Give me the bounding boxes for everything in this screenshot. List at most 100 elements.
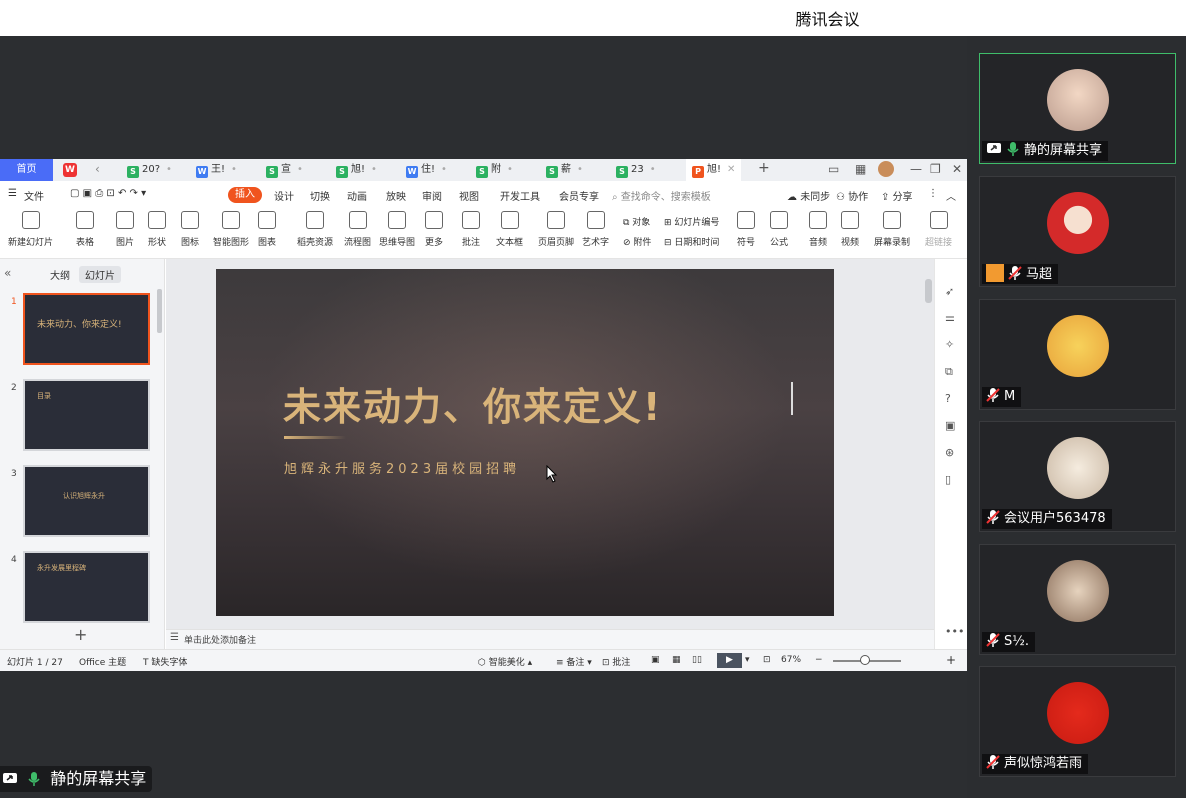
share-button[interactable]: ⇪ 分享 — [881, 188, 913, 203]
doc-tab[interactable]: P 旭! ✕ — [686, 159, 742, 181]
tab-close-icon[interactable]: • — [441, 164, 447, 175]
thumbnail-scrollbar[interactable] — [157, 289, 162, 333]
user-avatar[interactable] — [878, 161, 894, 177]
ribbon-button[interactable]: 音频 — [809, 211, 827, 248]
canvas-scroll-thumb[interactable] — [925, 279, 932, 303]
photo-icon[interactable]: ▣ — [945, 419, 955, 432]
zoom-out-icon[interactable]: − — [815, 655, 823, 665]
reading-view-icon[interactable]: ▯▯ — [692, 655, 702, 665]
menu-item[interactable]: 会员专享 — [559, 188, 599, 203]
ribbon-button[interactable]: 图表 — [258, 211, 276, 248]
ribbon-button[interactable]: 稻壳资源 — [297, 211, 333, 248]
doc-tab[interactable]: S 薪 • — [546, 159, 583, 181]
menu-icon[interactable]: ☰ — [8, 188, 17, 199]
ribbon-button[interactable]: 艺术字 — [582, 211, 609, 248]
zoom-slider-knob[interactable] — [860, 655, 870, 665]
help-icon[interactable]: ? — [945, 392, 951, 405]
pin-icon[interactable]: ✧ — [945, 338, 954, 351]
menu-item[interactable]: 视图 — [459, 188, 479, 203]
tab-close-icon[interactable]: • — [166, 164, 172, 175]
tab-slides[interactable]: 幻灯片 — [79, 266, 121, 283]
more-options-icon[interactable]: ••• — [945, 625, 964, 638]
slide-number-button[interactable]: ⊞ 幻灯片编号 — [664, 215, 719, 228]
slide-thumbnail[interactable]: 永升发展里程碑 — [23, 551, 150, 623]
tab-outline[interactable]: 大纲 — [50, 267, 70, 282]
collapse-panel-icon[interactable]: « — [4, 266, 11, 280]
missing-font-button[interactable]: T 缺失字体 — [143, 655, 187, 668]
menu-file[interactable]: 文件 — [24, 188, 44, 203]
menu-item[interactable]: 审阅 — [422, 188, 442, 203]
ribbon-button[interactable]: 更多 — [425, 211, 443, 248]
participant-card[interactable]: S½. — [979, 544, 1176, 655]
comments-toggle[interactable]: ⊡ 批注 — [602, 655, 630, 668]
more-icon[interactable]: ⋮ — [928, 188, 938, 199]
doc-tab[interactable]: S 旭! • — [336, 159, 377, 181]
ribbon-button[interactable]: 图片 — [116, 211, 134, 248]
tab-home[interactable]: 首页 — [0, 159, 53, 181]
command-search-input[interactable]: ⌕ 查找命令、搜索模板 — [612, 188, 711, 203]
slide-title[interactable]: 未来动力、你来定义! — [283, 376, 662, 431]
doc-tab[interactable]: W 王! • — [196, 159, 237, 181]
ribbon-button[interactable]: 思维导图 — [379, 211, 415, 248]
attachment-button[interactable]: ⊘ 附件 — [623, 235, 651, 248]
slide-thumbnail[interactable]: 认识旭辉永升 — [23, 465, 150, 537]
doc-tab[interactable]: S 23 • — [616, 159, 656, 181]
new-tab-icon[interactable]: + — [758, 160, 770, 176]
restore-icon[interactable]: ❐ — [930, 162, 941, 176]
participant-card[interactable]: 静的屏幕共享 — [979, 53, 1176, 164]
play-options-icon[interactable]: ▾ — [745, 655, 750, 665]
slide-thumbnail[interactable]: 目录 — [23, 379, 150, 451]
ribbon-button[interactable]: 页眉页脚 — [538, 211, 574, 248]
ribbon-button[interactable]: 批注 — [462, 211, 480, 248]
tab-close-icon[interactable]: • — [650, 164, 656, 175]
close-icon[interactable]: ✕ — [952, 162, 962, 176]
insert-object-button[interactable]: ⧉ 对象 — [623, 215, 650, 228]
tab-close-icon[interactable]: • — [507, 164, 513, 175]
tab-close-icon[interactable]: • — [371, 164, 377, 175]
doc-tab[interactable]: S 20? • — [127, 159, 172, 181]
ribbon-button[interactable]: 图标 — [181, 211, 199, 248]
menu-item[interactable]: 动画 — [347, 188, 367, 203]
slide-thumbnail[interactable]: 未来动力、你来定义! — [23, 293, 150, 365]
participant-card[interactable]: 会议用户563478 — [979, 421, 1176, 532]
settings-sliders-icon[interactable]: ⚌ — [945, 311, 955, 324]
date-time-button[interactable]: ⊟ 日期和时间 — [664, 235, 719, 248]
doc-tab[interactable]: S 宣 • — [266, 159, 303, 181]
ribbon-button[interactable]: 智能图形 — [213, 211, 249, 248]
doc-tab[interactable]: W 住! • — [406, 159, 447, 181]
slide-subtitle[interactable]: 旭辉永升服务2023届校园招聘 — [284, 458, 520, 477]
menu-item[interactable]: 设计 — [274, 188, 294, 203]
menu-item[interactable]: 放映 — [386, 188, 406, 203]
theme-name[interactable]: Office 主题 — [79, 655, 126, 668]
screen-share-indicator[interactable]: 静的屏幕共享 — [0, 766, 153, 792]
sync-status[interactable]: ☁ 未同步 — [787, 188, 830, 203]
normal-view-icon[interactable]: ▣ — [651, 655, 660, 665]
collapse-ribbon-icon[interactable]: ︿ — [946, 188, 956, 203]
ribbon-button[interactable]: 流程图 — [344, 211, 371, 248]
smart-beautify-button[interactable]: ⬡ 智能美化 ▴ — [478, 655, 532, 668]
menu-item[interactable]: 开发工具 — [500, 188, 540, 203]
ribbon-button[interactable]: 超链接 — [925, 211, 952, 248]
ribbon-button[interactable]: 形状 — [148, 211, 166, 248]
ribbon-button[interactable]: 文本框 — [496, 211, 523, 248]
participant-card[interactable]: 声似惊鸿若雨 — [979, 666, 1176, 777]
zoom-level[interactable]: 67% — [781, 655, 801, 665]
grid-icon[interactable]: ▦ — [855, 162, 866, 176]
ribbon-button[interactable]: 新建幻灯片 — [8, 211, 53, 248]
canvas-scrollbar[interactable] — [925, 273, 933, 613]
sorter-view-icon[interactable]: ▦ — [672, 655, 681, 665]
tab-close-icon[interactable]: • — [577, 164, 583, 175]
collab-button[interactable]: ⚇ 协作 — [836, 188, 868, 203]
book-icon[interactable]: ▯ — [945, 473, 951, 486]
notes-toggle[interactable]: ≡ 备注 ▾ — [556, 655, 592, 668]
zoom-in-icon[interactable]: + — [946, 653, 956, 667]
doc-tab[interactable]: S 附 • — [476, 159, 513, 181]
compass-icon[interactable]: ⊛ — [945, 446, 954, 459]
participant-card[interactable]: M — [979, 299, 1176, 410]
tab-close-icon[interactable]: ✕ — [727, 164, 735, 175]
tab-close-icon[interactable]: • — [297, 164, 303, 175]
ribbon-button[interactable]: 表格 — [76, 211, 94, 248]
participant-card[interactable]: 马超 — [979, 176, 1176, 287]
current-slide[interactable]: 未来动力、你来定义! 旭辉永升服务2023届校园招聘 — [216, 269, 834, 616]
wps-logo-icon[interactable]: W — [63, 163, 77, 177]
